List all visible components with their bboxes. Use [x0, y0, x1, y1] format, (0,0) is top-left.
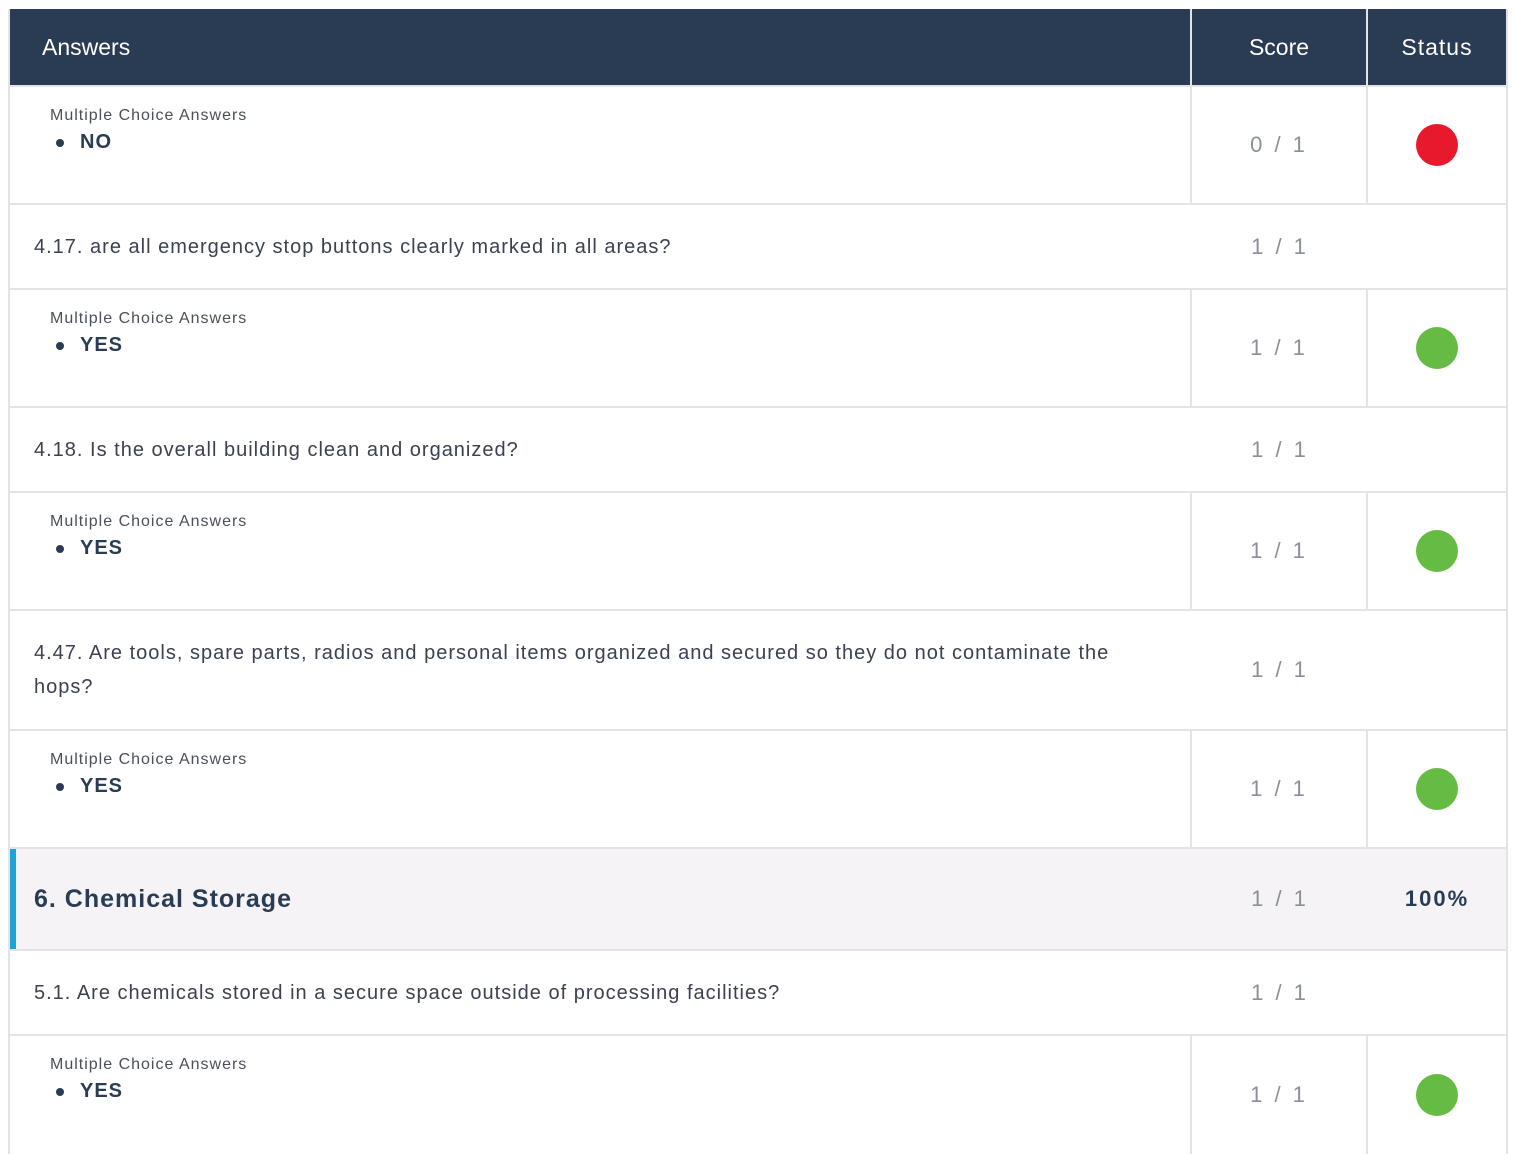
- score-cell: 1 / 1: [1192, 408, 1368, 491]
- score-cell: 1 / 1: [1192, 290, 1368, 406]
- status-column-header: Status: [1401, 33, 1473, 60]
- status-cell: [1368, 611, 1506, 729]
- score-value: 1 / 1: [1250, 335, 1308, 360]
- status-cell: [1368, 493, 1506, 609]
- bullet-icon: [56, 1087, 64, 1096]
- section-score: 1 / 1: [1251, 886, 1309, 911]
- bullet-icon: [56, 544, 64, 553]
- bullet-icon: [56, 341, 64, 350]
- answer-cell: Multiple Choice Answers YES: [10, 1036, 1192, 1154]
- status-cell: [1368, 87, 1506, 203]
- status-cell: 100%: [1368, 849, 1506, 949]
- section-title: 6. Chemical Storage: [34, 884, 292, 913]
- answers-column-header: Answers: [10, 9, 1192, 85]
- section-row: 6. Chemical Storage 1 / 1 100%: [10, 849, 1506, 951]
- score-value: 1 / 1: [1251, 436, 1309, 462]
- pass-status-icon: [1416, 768, 1458, 810]
- status-cell: [1368, 290, 1506, 406]
- section-percent: 100%: [1404, 886, 1470, 911]
- score-value: 0 / 1: [1250, 132, 1308, 157]
- question-row: 4.17. are all emergency stop buttons cle…: [10, 205, 1506, 290]
- answer-label: Multiple Choice Answers: [50, 107, 248, 124]
- answer-value-text: YES: [80, 1080, 124, 1102]
- score-value: 1 / 1: [1251, 979, 1309, 1005]
- answer-value: NO: [50, 131, 112, 154]
- pass-status-icon: [1416, 327, 1458, 369]
- score-cell: 1 / 1: [1192, 731, 1368, 847]
- score-cell: 1 / 1: [1192, 849, 1368, 949]
- answer-row: Multiple Choice Answers YES 1 / 1: [10, 731, 1506, 849]
- score-cell: 1 / 1: [1192, 951, 1368, 1034]
- answer-value: YES: [50, 775, 123, 798]
- answer-value: YES: [50, 334, 123, 357]
- audit-report-table: Answers Score Status Multiple Choice Ans…: [8, 9, 1508, 1154]
- answer-label: Multiple Choice Answers: [50, 310, 248, 327]
- question-row: 4.18. Is the overall building clean and …: [10, 408, 1506, 493]
- question-row: 4.47. Are tools, spare parts, radios and…: [10, 611, 1506, 731]
- pass-status-icon: [1416, 1074, 1458, 1116]
- answer-cell: Multiple Choice Answers NO: [10, 87, 1192, 203]
- score-column-header: Score: [1192, 9, 1368, 85]
- answer-value: YES: [50, 1080, 123, 1103]
- answer-value-text: NO: [80, 131, 112, 153]
- score-value: 1 / 1: [1250, 776, 1308, 801]
- answer-value: YES: [50, 537, 123, 560]
- table-header: Answers Score Status: [10, 9, 1506, 87]
- bullet-icon: [56, 782, 64, 791]
- answer-cell: Multiple Choice Answers YES: [10, 493, 1192, 609]
- answer-value-text: YES: [80, 537, 124, 559]
- answer-row: Multiple Choice Answers YES 1 / 1: [10, 493, 1506, 611]
- status-cell: [1368, 951, 1506, 1034]
- answer-row: Multiple Choice Answers YES 1 / 1: [10, 1036, 1506, 1154]
- answer-row: Multiple Choice Answers NO 0 / 1: [10, 87, 1506, 205]
- status-cell: [1368, 205, 1506, 288]
- score-cell: 1 / 1: [1192, 611, 1368, 729]
- question-text: 4.47. Are tools, spare parts, radios and…: [34, 642, 1110, 698]
- answer-value-text: YES: [80, 775, 124, 797]
- pass-status-icon: [1416, 530, 1458, 572]
- bullet-icon: [56, 138, 64, 147]
- answer-label: Multiple Choice Answers: [50, 513, 248, 530]
- status-cell: [1368, 731, 1506, 847]
- question-text: 4.17. are all emergency stop buttons cle…: [34, 235, 672, 258]
- score-cell: 0 / 1: [1192, 87, 1368, 203]
- question-text: 4.18. Is the overall building clean and …: [34, 438, 519, 461]
- fail-status-icon: [1416, 124, 1458, 166]
- answer-label: Multiple Choice Answers: [50, 751, 248, 768]
- score-cell: 1 / 1: [1192, 205, 1368, 288]
- answer-cell: Multiple Choice Answers YES: [10, 290, 1192, 406]
- status-cell: [1368, 408, 1506, 491]
- question-row: 5.1. Are chemicals stored in a secure sp…: [10, 951, 1506, 1036]
- question-text: 5.1. Are chemicals stored in a secure sp…: [34, 981, 781, 1004]
- score-value: 1 / 1: [1250, 538, 1308, 563]
- score-value: 1 / 1: [1251, 233, 1309, 259]
- answer-cell: Multiple Choice Answers YES: [10, 731, 1192, 847]
- answer-value-text: YES: [80, 334, 124, 356]
- score-value: 1 / 1: [1250, 1082, 1308, 1107]
- status-cell: [1368, 1036, 1506, 1154]
- answer-row: Multiple Choice Answers YES 1 / 1: [10, 290, 1506, 408]
- score-value: 1 / 1: [1251, 657, 1309, 682]
- answer-label: Multiple Choice Answers: [50, 1056, 248, 1073]
- score-cell: 1 / 1: [1192, 493, 1368, 609]
- score-cell: 1 / 1: [1192, 1036, 1368, 1154]
